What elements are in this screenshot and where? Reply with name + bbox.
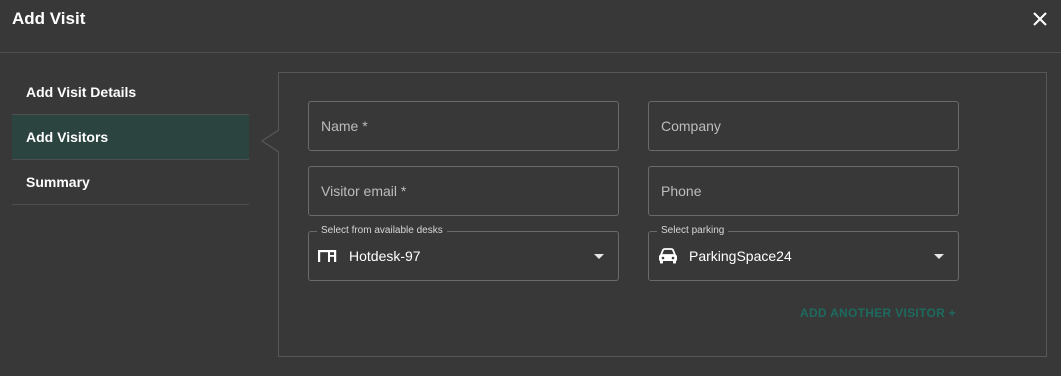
name-placeholder: Name * — [321, 118, 368, 134]
desk-select-value: Hotdesk-97 — [349, 248, 421, 264]
parking-select-legend: Select parking — [657, 225, 729, 237]
parking-select-value: ParkingSpace24 — [689, 248, 792, 264]
desk-select[interactable]: Select from available desks Hotdesk-97 — [308, 225, 619, 281]
car-icon — [659, 248, 677, 264]
parking-select[interactable]: Select parking ParkingSpace24 — [648, 225, 959, 281]
visitor-email-placeholder: Visitor email * — [321, 183, 407, 199]
close-icon — [1033, 12, 1047, 26]
sidebar-item-label: Add Visit Details — [26, 84, 137, 100]
desk-select-legend: Select from available desks — [317, 225, 447, 237]
sidebar-item-label: Summary — [26, 174, 90, 190]
close-button[interactable] — [1029, 8, 1051, 30]
phone-placeholder: Phone — [661, 183, 702, 199]
dialog-title: Add Visit — [12, 9, 86, 28]
step-sidebar: Add Visit Details Add Visitors Summary — [12, 70, 249, 205]
chevron-down-icon — [934, 254, 944, 259]
phone-field[interactable]: Phone — [648, 166, 959, 216]
add-another-visitor-button[interactable]: ADD ANOTHER VISITOR + — [800, 306, 956, 320]
visitor-form-panel: Name * Company Visitor email * Phone Sel… — [261, 72, 1047, 357]
company-placeholder: Company — [661, 118, 721, 134]
chevron-down-icon — [594, 254, 604, 259]
sidebar-item-label: Add Visitors — [26, 129, 109, 145]
sidebar-item-summary[interactable]: Summary — [12, 160, 249, 205]
name-field[interactable]: Name * — [308, 101, 619, 151]
desk-icon — [318, 250, 337, 262]
dialog-header: Add Visit — [0, 0, 1061, 53]
visitor-email-field[interactable]: Visitor email * — [308, 166, 619, 216]
sidebar-item-add-visitors[interactable]: Add Visitors — [12, 115, 249, 160]
company-field[interactable]: Company — [648, 101, 959, 151]
sidebar-item-add-visit-details[interactable]: Add Visit Details — [12, 70, 249, 115]
